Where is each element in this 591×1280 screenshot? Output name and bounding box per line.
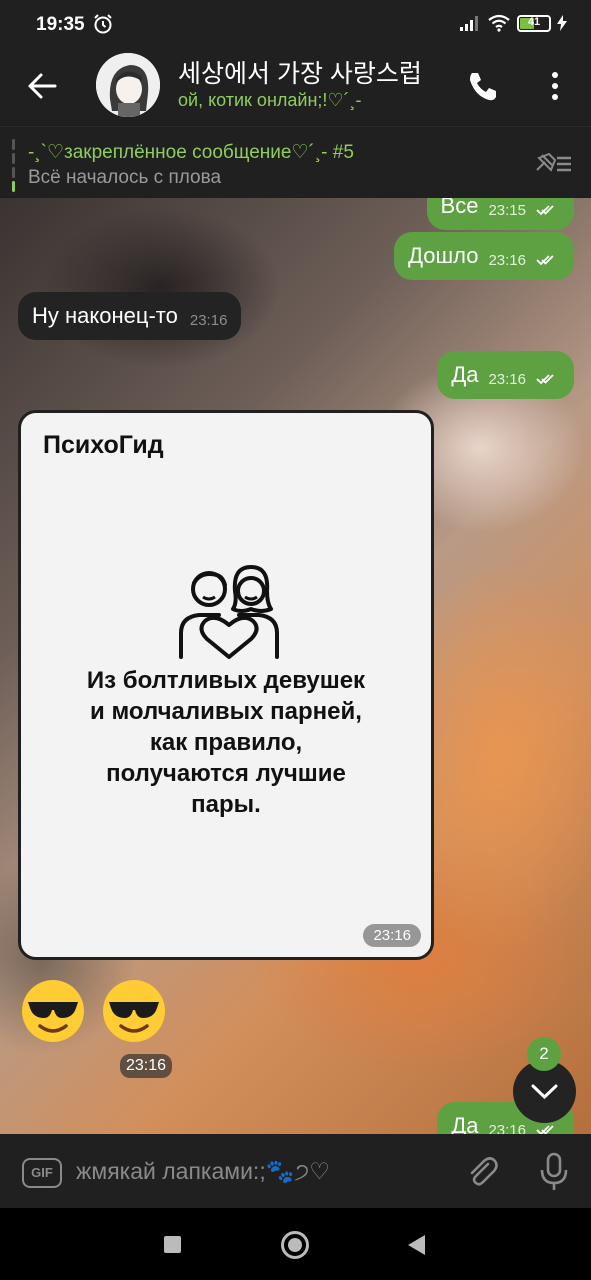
paperclip-icon[interactable] xyxy=(464,1154,500,1190)
recents-button[interactable] xyxy=(164,1236,181,1253)
chat-title[interactable]: 세상에서 가장 사랑스럽 xyxy=(178,54,454,90)
sunglasses-emoji-icon[interactable] xyxy=(20,978,86,1044)
sunglasses-emoji-icon[interactable] xyxy=(101,978,167,1044)
message-text: Ну наконец-то xyxy=(32,303,178,328)
quote-line: Из болтливых девушек xyxy=(86,667,366,694)
image-quote: Из болтливых девушек и молчаливых парней… xyxy=(41,665,411,820)
message-time: 23:15 xyxy=(488,201,526,219)
chat-header: 세상에서 가장 사랑스럽 ой, котик онлайн;!♡´¸- xyxy=(0,50,591,126)
quote-line: получаются лучшие xyxy=(106,760,346,787)
read-check-icon xyxy=(536,255,554,266)
message-input-bar: GIF жмякай лапками:;🐾੭♡ xyxy=(0,1134,591,1208)
alarm-icon xyxy=(94,14,112,34)
message-outgoing[interactable]: Да 23:16 xyxy=(437,351,574,399)
signal-icon xyxy=(460,16,478,31)
couple-heart-icon xyxy=(179,565,279,659)
status-time: 19:35 xyxy=(36,14,85,35)
chat-status: ой, котик онлайн;!♡´¸- xyxy=(178,90,362,110)
quote-line: и молчаливых парней, xyxy=(90,698,362,725)
message-time: 23:16 xyxy=(488,370,526,388)
message-time: 23:16 xyxy=(488,1121,526,1135)
battery-level: 41 xyxy=(527,15,541,28)
quote-line: пары. xyxy=(191,791,261,818)
wifi-icon xyxy=(488,14,510,32)
message-input[interactable]: жмякай лапками:;🐾੭♡ xyxy=(76,1158,330,1185)
avatar-image xyxy=(96,53,160,117)
message-text: Все xyxy=(440,198,479,218)
gif-button[interactable]: GIF xyxy=(22,1158,62,1188)
image-brand: ПсихоГид xyxy=(43,431,164,459)
message-time: 23:16 xyxy=(120,1054,173,1078)
message-incoming[interactable]: Ну наконец-то 23:16 xyxy=(18,292,242,340)
home-button[interactable] xyxy=(281,1231,309,1259)
pinned-indicator xyxy=(12,139,15,192)
message-text: Дошло xyxy=(408,243,479,268)
unread-count-badge: 2 xyxy=(527,1037,561,1071)
battery-icon: 41 xyxy=(517,14,551,32)
image-message[interactable]: ПсихоГид Из болтливых девушек и молчалив… xyxy=(18,410,434,960)
message-outgoing[interactable]: Все 23:15 xyxy=(426,198,574,230)
status-bar: 19:35 41 xyxy=(0,0,591,50)
microphone-icon[interactable] xyxy=(538,1152,570,1192)
chat-avatar[interactable] xyxy=(96,53,160,117)
system-navigation-bar xyxy=(0,1208,591,1280)
message-text: Да xyxy=(451,1113,479,1134)
more-options-icon[interactable] xyxy=(540,66,570,106)
message-time: 23:16 xyxy=(363,924,421,947)
message-time: 23:16 xyxy=(488,251,526,269)
message-text: Да xyxy=(451,362,479,387)
phone-icon[interactable] xyxy=(463,66,503,106)
chat-messages[interactable]: Все 23:15 Дошло 23:16 Ну наконец-то 23:1… xyxy=(0,198,591,1134)
pinned-title: -¸`♡закреплённое сообщение♡´¸- #5 xyxy=(28,142,354,163)
read-check-icon xyxy=(536,205,554,216)
quote-line: как правило, xyxy=(149,729,303,756)
read-check-icon xyxy=(536,1125,554,1134)
charging-icon xyxy=(557,15,567,31)
back-button[interactable] xyxy=(408,1235,425,1255)
back-arrow-icon[interactable] xyxy=(22,66,62,106)
pinned-message-bar[interactable]: -¸`♡закреплённое сообщение♡´¸- #5 Всё на… xyxy=(0,126,591,198)
pinned-list-icon[interactable] xyxy=(533,150,573,176)
message-time: 23:16 xyxy=(189,311,228,329)
pinned-text: Всё началось с плова xyxy=(28,167,222,188)
read-check-icon xyxy=(536,374,554,385)
message-outgoing[interactable]: Дошло 23:16 xyxy=(394,232,574,280)
